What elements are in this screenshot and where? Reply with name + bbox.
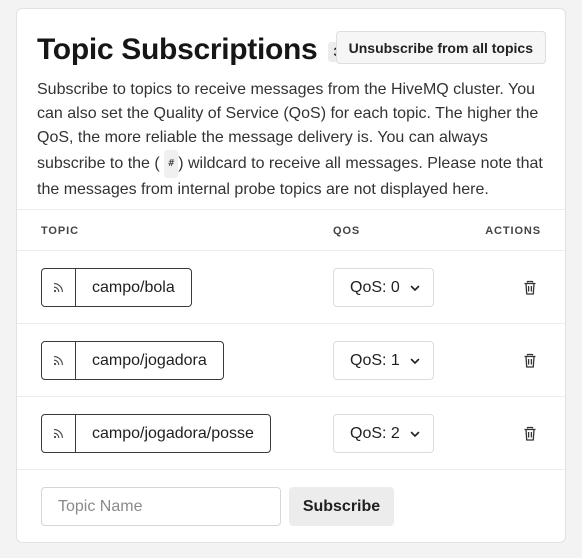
chevron-down-icon (410, 285, 420, 291)
table-row: campo/jogadora/posse QoS: 2 (17, 397, 565, 470)
qos-selected-value: QoS: 0 (350, 278, 400, 296)
trash-icon[interactable] (523, 280, 537, 296)
topic-name-input[interactable] (41, 487, 281, 526)
wildcard-code: # (164, 150, 179, 178)
chevron-down-icon (410, 431, 420, 437)
rss-icon[interactable] (41, 341, 76, 380)
qos-select[interactable]: QoS: 0 (333, 268, 434, 307)
chevron-down-icon (410, 358, 420, 364)
qos-select[interactable]: QoS: 1 (333, 341, 434, 380)
topic-name-field[interactable]: campo/bola (76, 268, 192, 307)
page-title: Topic Subscriptions (37, 33, 318, 66)
add-subscription-row: Subscribe (41, 487, 394, 526)
subscribe-button[interactable]: Subscribe (289, 487, 394, 526)
qos-select[interactable]: QoS: 2 (333, 414, 434, 453)
column-header-qos: QOS (333, 225, 361, 237)
trash-icon[interactable] (523, 353, 537, 369)
table-row: campo/jogadora QoS: 1 (17, 324, 565, 397)
topic-field-group: campo/jogadora/posse (41, 414, 271, 453)
qos-selected-value: QoS: 1 (350, 351, 400, 369)
table-header: TOPIC QOS ACTIONS (17, 209, 565, 251)
unsubscribe-all-button[interactable]: Unsubscribe from all topics (335, 31, 546, 64)
column-header-topic: TOPIC (41, 225, 79, 237)
column-header-actions: ACTIONS (485, 225, 541, 237)
card-header: Topic Subscriptions 3 (37, 33, 346, 67)
topic-subscriptions-card: Topic Subscriptions 3 Unsubscribe from a… (16, 8, 566, 543)
topic-name-field[interactable]: campo/jogadora/posse (76, 414, 271, 453)
rss-icon[interactable] (41, 414, 76, 453)
trash-icon[interactable] (523, 426, 537, 442)
rss-icon[interactable] (41, 268, 76, 307)
topic-field-group: campo/jogadora (41, 341, 224, 380)
subscriptions-table: TOPIC QOS ACTIONS campo/bola QoS: 0 camp… (17, 209, 565, 470)
qos-selected-value: QoS: 2 (350, 424, 400, 442)
topic-field-group: campo/bola (41, 268, 192, 307)
description-text: Subscribe to topics to receive messages … (37, 78, 552, 202)
topic-name-field[interactable]: campo/jogadora (76, 341, 224, 380)
table-row: campo/bola QoS: 0 (17, 251, 565, 324)
